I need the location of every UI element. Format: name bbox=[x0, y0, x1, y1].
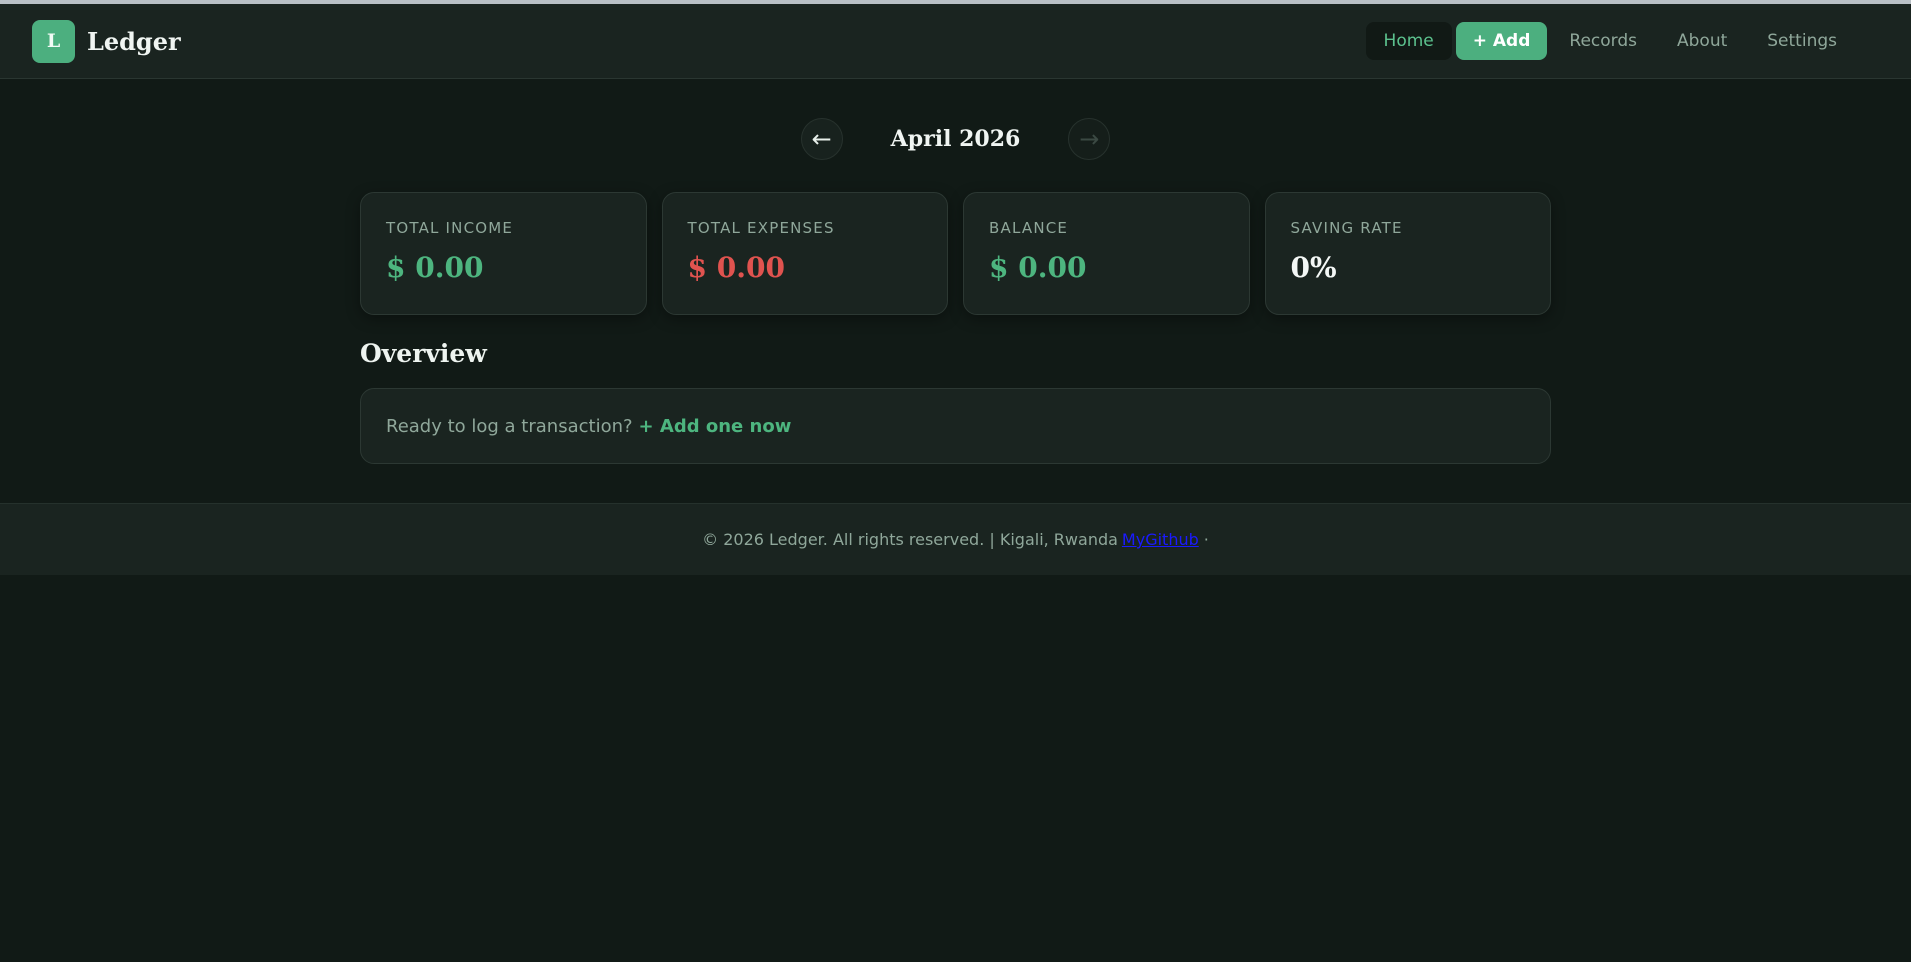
add-transaction-link[interactable]: + Add one now bbox=[639, 416, 792, 437]
stat-label: SAVING RATE bbox=[1290, 219, 1403, 237]
github-link[interactable]: MyGithub bbox=[1122, 530, 1199, 549]
prompt-text: Ready to log a transaction? bbox=[386, 415, 633, 437]
overview-heading: Overview bbox=[360, 339, 487, 368]
stat-card-balance: BALANCE $ 0.00 bbox=[963, 192, 1250, 315]
app-header: L Ledger Home + Add Records About Settin… bbox=[0, 4, 1911, 79]
nav-add-button[interactable]: + Add bbox=[1455, 22, 1548, 60]
nav-home[interactable]: Home bbox=[1365, 22, 1452, 60]
footer-separator: · bbox=[1203, 530, 1209, 549]
stat-label: TOTAL EXPENSES bbox=[687, 219, 835, 237]
prev-month-button[interactable]: ← bbox=[800, 117, 843, 160]
stat-label: BALANCE bbox=[989, 219, 1069, 237]
stat-value-balance: $ 0.00 bbox=[989, 251, 1087, 284]
brand[interactable]: L Ledger bbox=[32, 19, 181, 63]
current-month-label: April 2026 bbox=[890, 125, 1021, 152]
nav-records[interactable]: Records bbox=[1551, 22, 1655, 60]
nav-about[interactable]: About bbox=[1659, 22, 1745, 60]
main-content: ← April 2026 → TOTAL INCOME $ 0.00 TOTAL… bbox=[360, 79, 1551, 464]
stat-card-saving-rate: SAVING RATE 0% bbox=[1264, 192, 1551, 315]
stat-label: TOTAL INCOME bbox=[386, 219, 514, 237]
stats-cards: TOTAL INCOME $ 0.00 TOTAL EXPENSES $ 0.0… bbox=[360, 192, 1551, 315]
stat-card-income: TOTAL INCOME $ 0.00 bbox=[360, 192, 647, 315]
page-footer: © 2026 Ledger. All rights reserved. | Ki… bbox=[0, 503, 1911, 575]
stat-value-expenses: $ 0.00 bbox=[687, 251, 785, 284]
stat-value-saving-rate: 0% bbox=[1290, 251, 1337, 284]
next-month-button[interactable]: → bbox=[1068, 117, 1111, 160]
nav-settings[interactable]: Settings bbox=[1749, 22, 1855, 60]
footer-text: © 2026 Ledger. All rights reserved. | Ki… bbox=[702, 530, 1118, 549]
app-name: Ledger bbox=[87, 26, 181, 56]
stat-card-expenses: TOTAL EXPENSES $ 0.00 bbox=[661, 192, 948, 315]
empty-state-prompt: Ready to log a transaction? + Add one no… bbox=[360, 388, 1551, 464]
month-navigator: ← April 2026 → bbox=[360, 79, 1551, 192]
stat-value-income: $ 0.00 bbox=[386, 251, 484, 284]
main-nav: Home + Add Records About Settings bbox=[1365, 22, 1855, 60]
logo-icon: L bbox=[32, 19, 75, 63]
